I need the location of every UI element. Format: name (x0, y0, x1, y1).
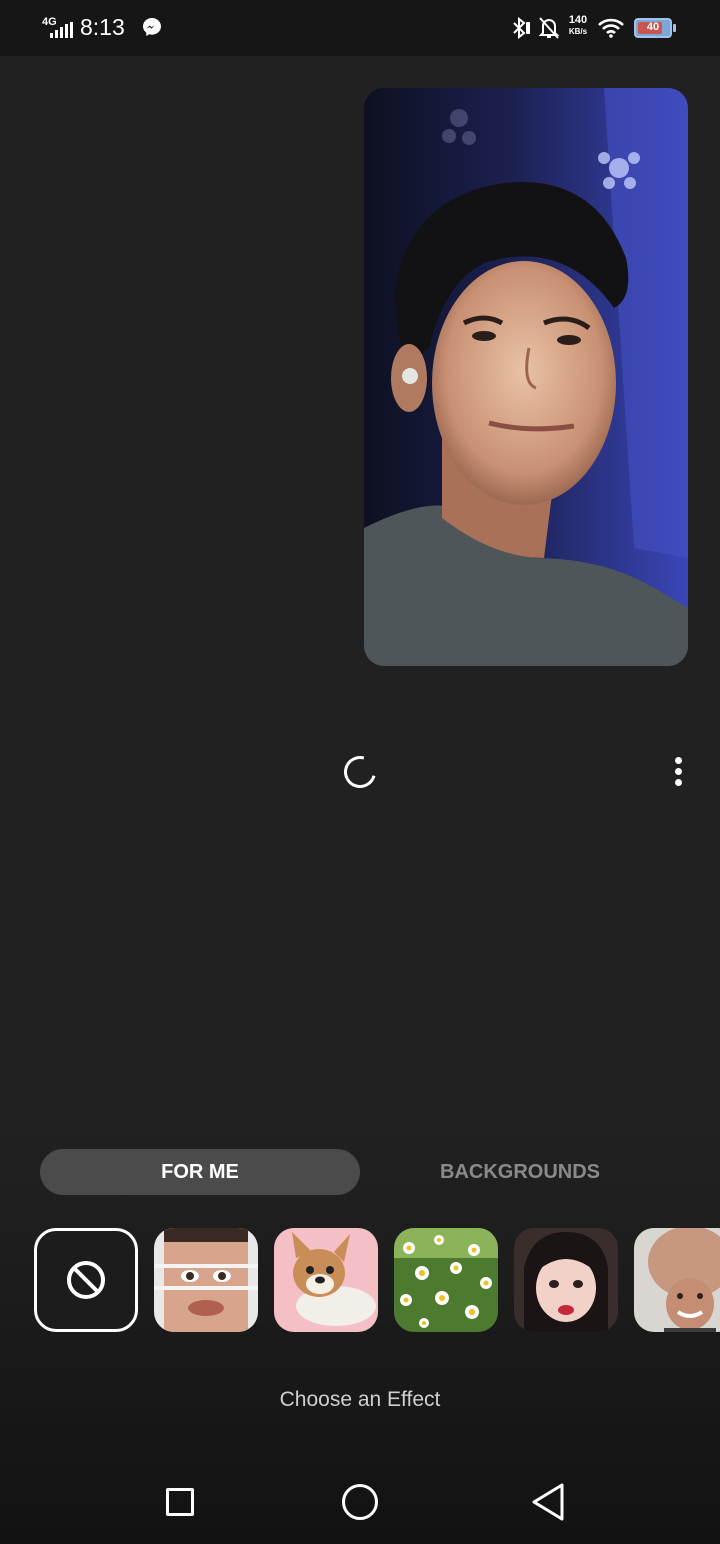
tab-for-me[interactable]: FOR ME (40, 1149, 360, 1195)
self-video-image (364, 88, 688, 666)
status-bar: 4G 8:13 140 KB/s 40 (0, 0, 720, 56)
silent-bell-icon (538, 17, 560, 39)
clock: 8:13 (80, 14, 125, 40)
bluetooth-icon (513, 16, 530, 40)
daisy-field-effect[interactable] (394, 1228, 498, 1332)
battery-level: 40 (646, 21, 660, 33)
daisy-field-thumbnail (394, 1228, 498, 1332)
more-options-icon[interactable] (666, 754, 690, 790)
recent-apps-icon[interactable] (166, 1488, 194, 1516)
self-video-preview[interactable] (364, 88, 688, 666)
network-speed: 140 KB/s (568, 14, 588, 37)
no-effect-button[interactable] (34, 1228, 138, 1332)
wifi-icon (598, 18, 624, 38)
cartoon-face-effect[interactable] (514, 1228, 618, 1332)
stretched-face-thumbnail (154, 1228, 258, 1332)
effects-panel: FOR ME BACKGROUNDS (0, 1128, 720, 1544)
signal-icon (50, 22, 73, 38)
dog-effect[interactable] (274, 1228, 378, 1332)
back-icon[interactable] (530, 1482, 566, 1522)
home-icon[interactable] (342, 1484, 378, 1520)
big-head-thumbnail (634, 1228, 720, 1332)
cartoon-face-thumbnail (514, 1228, 618, 1332)
no-effect-icon (67, 1261, 105, 1299)
loading-spinner-icon (338, 750, 382, 794)
choose-effect-label: Choose an Effect (279, 1388, 441, 1411)
big-head-effect[interactable] (634, 1228, 720, 1332)
messenger-icon (143, 18, 161, 36)
stretched-face-effect[interactable] (154, 1228, 258, 1332)
dog-thumbnail (274, 1228, 378, 1332)
tab-backgrounds[interactable]: BACKGROUNDS (360, 1149, 680, 1195)
battery-icon: 40 (634, 18, 676, 38)
